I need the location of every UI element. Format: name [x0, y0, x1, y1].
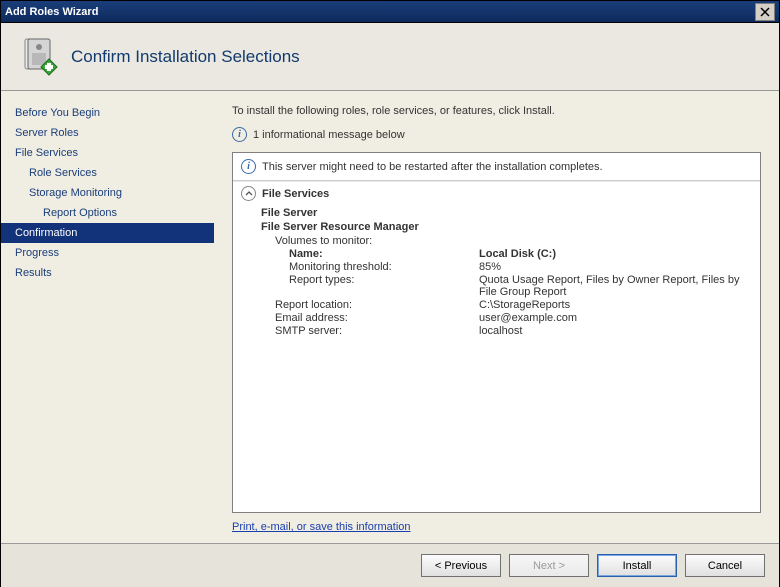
wizard-header: Confirm Installation Selections [1, 23, 779, 91]
restart-warning-text: This server might need to be restarted a… [262, 161, 603, 173]
section-header[interactable]: File Services [233, 181, 760, 205]
nav-confirmation[interactable]: Confirmation [1, 223, 214, 243]
nav-report-options[interactable]: Report Options [1, 203, 214, 223]
name-value: Local Disk (C:) [479, 248, 752, 260]
threshold-label: Monitoring threshold: [289, 261, 479, 273]
nav-server-roles[interactable]: Server Roles [1, 123, 214, 143]
nav-results[interactable]: Results [1, 263, 214, 283]
info-icon: i [241, 159, 256, 174]
section-title: File Services [262, 188, 329, 200]
previous-button[interactable]: < Previous [421, 554, 501, 577]
close-button[interactable] [755, 3, 775, 21]
threshold-value: 85% [479, 261, 752, 273]
window-title: Add Roles Wizard [5, 6, 755, 18]
nav-progress[interactable]: Progress [1, 243, 214, 263]
page-title: Confirm Installation Selections [71, 47, 300, 67]
volumes-label: Volumes to monitor: [261, 235, 752, 247]
email-value: user@example.com [479, 312, 752, 324]
print-email-save-link[interactable]: Print, e-mail, or save this information [232, 521, 761, 533]
wizard-body: Before You Begin Server Roles File Servi… [1, 91, 779, 543]
sidebar: Before You Begin Server Roles File Servi… [1, 91, 214, 543]
smtp-label: SMTP server: [275, 325, 479, 337]
intro-text: To install the following roles, role ser… [232, 105, 761, 117]
report-location-value: C:\StorageReports [479, 299, 752, 311]
info-message-row: i 1 informational message below [232, 127, 761, 142]
info-count-text: 1 informational message below [253, 129, 405, 141]
role-file-server: File Server [261, 207, 752, 219]
email-label: Email address: [275, 312, 479, 324]
titlebar: Add Roles Wizard [1, 1, 779, 23]
report-types-label: Report types: [289, 274, 479, 298]
next-button: Next > [509, 554, 589, 577]
cancel-button[interactable]: Cancel [685, 554, 765, 577]
report-types-value: Quota Usage Report, Files by Owner Repor… [479, 274, 752, 298]
nav-storage-monitoring[interactable]: Storage Monitoring [1, 183, 214, 203]
content-area: To install the following roles, role ser… [214, 91, 779, 543]
close-icon [760, 7, 770, 17]
nav-role-services[interactable]: Role Services [1, 163, 214, 183]
install-button[interactable]: Install [597, 554, 677, 577]
report-location-label: Report location: [275, 299, 479, 311]
restart-warning-row: i This server might need to be restarted… [233, 153, 760, 181]
info-icon: i [232, 127, 247, 142]
section-body: File Server File Server Resource Manager… [233, 205, 760, 346]
role-fsrm: File Server Resource Manager [261, 221, 752, 233]
nav-before-you-begin[interactable]: Before You Begin [1, 103, 214, 123]
nav-file-services[interactable]: File Services [1, 143, 214, 163]
wizard-icon [17, 35, 61, 79]
collapse-icon[interactable] [241, 186, 256, 201]
smtp-value: localhost [479, 325, 752, 337]
wizard-footer: < Previous Next > Install Cancel [1, 543, 779, 587]
summary-panel: i This server might need to be restarted… [232, 152, 761, 513]
name-label: Name: [289, 248, 479, 260]
